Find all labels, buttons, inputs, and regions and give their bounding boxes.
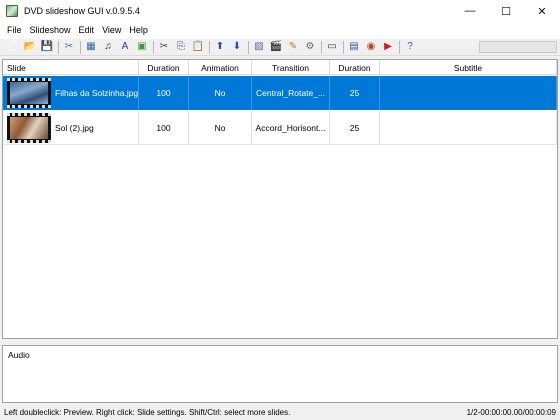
slide-cell[interactable]: Sol (2).jpg: [3, 111, 139, 145]
slide-filename: Filhas da Solzinha.jpg: [55, 88, 139, 98]
status-position: 1/2-00:00:00.00/00:00:09: [466, 407, 556, 417]
slide-thumbnail: [7, 78, 51, 108]
maximize-button[interactable]: ☐: [488, 0, 524, 22]
add-image-icon[interactable]: ▦: [85, 41, 97, 53]
column-header-duration[interactable]: Duration: [139, 60, 189, 75]
duration-cell[interactable]: 100: [139, 111, 189, 145]
clapper-icon[interactable]: 🎬: [270, 41, 282, 53]
minimize-button[interactable]: —: [452, 0, 488, 22]
app-icon: [6, 5, 18, 17]
toolbar-separator: [209, 40, 210, 54]
slide-filename: Sol (2).jpg: [55, 123, 94, 133]
table-row[interactable]: Sol (2).jpg 100 No Accord_Horisont... 25: [3, 111, 557, 145]
column-header-subtitle[interactable]: Subtitle: [380, 60, 557, 75]
subtitle-cell[interactable]: [380, 111, 557, 145]
animation-cell[interactable]: No: [189, 76, 252, 110]
title-bar: DVD slideshow GUI v.0.9.5.4 — ☐ ✕: [0, 0, 560, 22]
move-down-icon[interactable]: ⬇: [231, 41, 243, 53]
close-button[interactable]: ✕: [524, 0, 560, 22]
status-hint: Left doubleclick: Preview. Right click: …: [4, 407, 291, 417]
audio-label: Audio: [8, 350, 30, 360]
burn-disc-icon[interactable]: ◉: [365, 41, 377, 53]
paste-icon[interactable]: 📋: [192, 41, 204, 53]
menu-view[interactable]: View: [98, 25, 125, 35]
help-icon[interactable]: ?: [404, 41, 416, 53]
slides-table: Slide Duration Animation Transition Dura…: [2, 59, 558, 339]
image-edit-icon[interactable]: ▨: [253, 41, 265, 53]
subtitle-cell[interactable]: [380, 76, 557, 110]
window-controls: — ☐ ✕: [452, 0, 560, 22]
toolbar-separator: [153, 40, 154, 54]
move-up-icon[interactable]: ⬆: [214, 41, 226, 53]
save-icon[interactable]: 💾: [41, 41, 53, 53]
audio-panel[interactable]: Audio: [2, 345, 558, 403]
column-header-transition-duration[interactable]: Duration: [330, 60, 380, 75]
animation-cell[interactable]: No: [189, 111, 252, 145]
menu-file[interactable]: File: [3, 25, 26, 35]
transition-cell[interactable]: Central_Rotate_...: [252, 76, 330, 110]
slide-cell[interactable]: Filhas da Solzinha.jpg: [3, 76, 139, 110]
menu-bar: File Slideshow Edit View Help: [0, 22, 560, 38]
column-header-slide[interactable]: Slide: [3, 60, 139, 75]
toolbar-search-field[interactable]: [479, 41, 557, 53]
toolbar-separator: [343, 40, 344, 54]
window-title: DVD slideshow GUI v.0.9.5.4: [24, 6, 140, 16]
brush-icon[interactable]: ✎: [287, 41, 299, 53]
status-bar: Left doubleclick: Preview. Right click: …: [0, 404, 560, 420]
settings-icon[interactable]: ⚙: [304, 41, 316, 53]
youtube-icon[interactable]: ▶: [382, 41, 394, 53]
transition-cell[interactable]: Accord_Horisont...: [252, 111, 330, 145]
cut-icon[interactable]: ✂: [158, 41, 170, 53]
duration-cell[interactable]: 100: [139, 76, 189, 110]
open-folder-icon[interactable]: 📂: [24, 41, 36, 53]
slide-thumbnail: [7, 113, 51, 143]
toolbar-separator: [80, 40, 81, 54]
menu-slideshow[interactable]: Slideshow: [26, 25, 75, 35]
toolbar: 🗋 📂 💾 ✂ ▦ ♫ A ▣ ✂ ⎘ 📋 ⬆ ⬇ ▨ 🎬 ✎ ⚙ ▭ ▤ ◉ ▶?: [0, 38, 560, 56]
add-music-icon[interactable]: ♫: [102, 41, 114, 53]
toolbar-separator: [321, 40, 322, 54]
add-text-icon[interactable]: A: [119, 41, 131, 53]
toolbar-separator: [58, 40, 59, 54]
save-dvd-icon[interactable]: ▤: [348, 41, 360, 53]
menu-help[interactable]: Help: [125, 25, 152, 35]
slideshow-preview-icon[interactable]: ▭: [326, 41, 338, 53]
tools-icon[interactable]: ✂: [63, 41, 75, 53]
add-background-icon[interactable]: ▣: [136, 41, 148, 53]
transition-duration-cell[interactable]: 25: [330, 111, 380, 145]
toolbar-separator: [248, 40, 249, 54]
copy-icon[interactable]: ⎘: [175, 41, 187, 53]
transition-duration-cell[interactable]: 25: [330, 76, 380, 110]
column-header-transition[interactable]: Transition: [252, 60, 330, 75]
table-header: Slide Duration Animation Transition Dura…: [3, 60, 557, 75]
new-file-icon[interactable]: 🗋: [7, 41, 19, 53]
toolbar-separator: [399, 40, 400, 54]
table-row[interactable]: Filhas da Solzinha.jpg 100 No Central_Ro…: [3, 76, 557, 110]
column-header-animation[interactable]: Animation: [189, 60, 252, 75]
menu-edit[interactable]: Edit: [75, 25, 99, 35]
